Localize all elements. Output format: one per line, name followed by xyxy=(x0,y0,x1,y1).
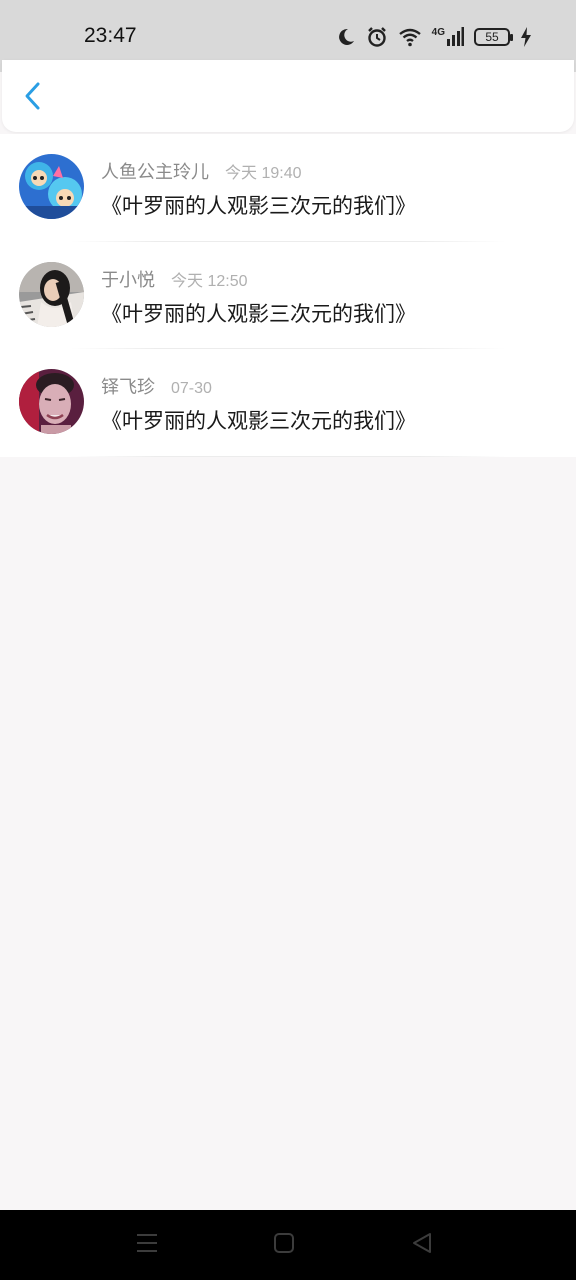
user-name[interactable]: 铎飞珍 xyxy=(101,373,155,399)
comment-meta: 于小悦 今天 12:50 xyxy=(101,266,248,292)
comment-time: 07-30 xyxy=(171,380,212,397)
list-item[interactable]: 人鱼公主玲儿 今天 19:40 《叶罗丽的人观影三次元的我们》 xyxy=(0,134,576,242)
comment-time: 今天 19:40 xyxy=(225,165,302,182)
chevron-left-icon xyxy=(23,81,43,115)
status-icons: 4G 55 xyxy=(336,24,532,50)
comment-text: 《叶罗丽的人观影三次元的我们》 xyxy=(101,194,416,218)
avatar[interactable] xyxy=(19,369,84,434)
home-square-icon xyxy=(273,1232,295,1258)
menu-icon xyxy=(135,1232,159,1258)
comment-time: 今天 12:50 xyxy=(171,272,248,290)
charging-icon xyxy=(520,27,532,47)
divider xyxy=(70,455,506,457)
status-time: 23:47 xyxy=(84,24,137,47)
list-item[interactable]: 铎飞珍 07-30 《叶罗丽的人观影三次元的我们》 xyxy=(0,349,576,457)
alarm-icon xyxy=(366,26,388,48)
comment-text: 《叶罗丽的人观影三次元的我们》 xyxy=(101,301,416,326)
list-item[interactable]: 于小悦 今天 12:50 《叶罗丽的人观影三次元的我们》 xyxy=(0,242,576,349)
battery-icon: 55 xyxy=(474,28,513,46)
network-label: 4G xyxy=(431,27,445,38)
user-name[interactable]: 于小悦 xyxy=(101,266,155,292)
back-button[interactable] xyxy=(16,80,50,116)
avatar[interactable] xyxy=(19,154,84,219)
comment-text: 《叶罗丽的人观影三次元的我们》 xyxy=(101,409,416,433)
back-nav-button[interactable] xyxy=(409,1232,435,1258)
system-nav-bar xyxy=(0,1210,576,1280)
comment-meta: 人鱼公主玲儿 今天 19:40 xyxy=(101,158,302,184)
user-name[interactable]: 人鱼公主玲儿 xyxy=(101,158,209,184)
menu-button[interactable] xyxy=(134,1232,160,1258)
top-header xyxy=(2,60,574,132)
comment-list: 人鱼公主玲儿 今天 19:40 《叶罗丽的人观影三次元的我们》 于小悦 今天 1… xyxy=(0,134,576,457)
wifi-icon xyxy=(398,27,422,47)
avatar[interactable] xyxy=(19,261,84,327)
signal-icon: 4G xyxy=(432,27,464,47)
home-button[interactable] xyxy=(271,1232,297,1258)
back-triangle-icon xyxy=(411,1232,433,1258)
moon-icon xyxy=(336,27,356,47)
comment-meta: 铎飞珍 07-30 xyxy=(101,373,212,399)
